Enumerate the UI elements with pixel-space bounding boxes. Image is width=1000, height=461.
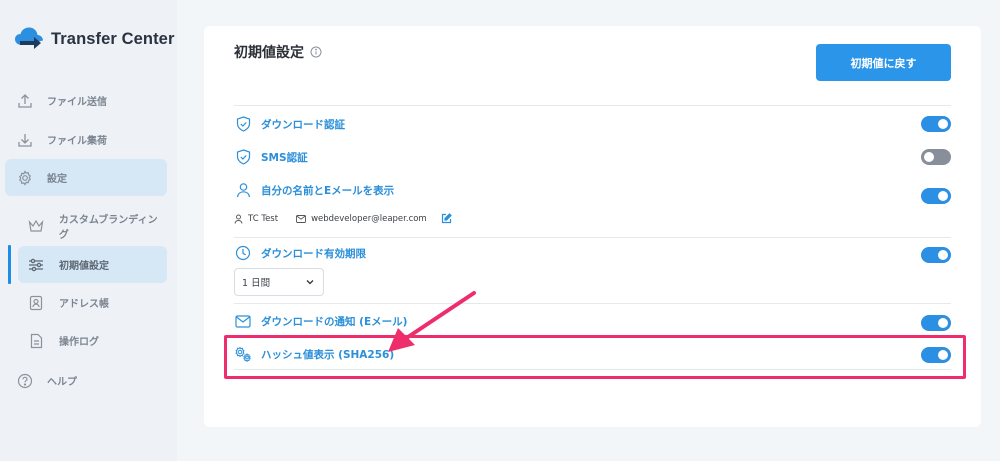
setting-row-download-expiry: ダウンロード有効期限 (234, 243, 951, 263)
sidebar-item-label: ファイル集荷 (47, 136, 107, 147)
setting-label: ダウンロード認証 (261, 118, 345, 131)
page-header: 初期値設定 (234, 42, 322, 62)
download-expiry-toggle[interactable] (921, 247, 951, 263)
setting-row-show-name-email: 自分の名前とEメールを表示 (234, 180, 951, 204)
sidebar-item-file-collect[interactable]: ファイル集荷 (5, 121, 167, 158)
sidebar-item-operation-log[interactable]: 操作ログ (5, 322, 167, 359)
sidebar-item-label: 操作ログ (59, 337, 99, 348)
shield-check-icon (234, 148, 252, 166)
user-info-row: TC Test webdeveloper@leaper.com (234, 213, 452, 224)
expiry-select-value: 1 日間 (242, 278, 271, 289)
setting-label: 自分の名前とEメールを表示 (261, 184, 395, 197)
setting-row-download-auth: ダウンロード認証 (234, 114, 951, 134)
setting-label: SMS認証 (261, 151, 308, 164)
page-title: 初期値設定 (234, 45, 304, 61)
download-auth-toggle[interactable] (921, 116, 951, 132)
sms-auth-toggle[interactable] (921, 149, 951, 165)
sidebar-item-default-settings[interactable]: 初期値設定 (18, 246, 167, 283)
setting-row-sms-auth: SMS認証 (234, 147, 951, 167)
cloud-arrow-logo-icon (15, 27, 43, 49)
download-icon (16, 131, 34, 149)
divider (234, 237, 951, 238)
user-email: webdeveloper@leaper.com (311, 213, 427, 224)
sidebar-item-label: 設定 (47, 174, 67, 185)
sidebar-item-label: ヘルプ (47, 377, 77, 388)
sidebar-item-custom-branding[interactable]: カスタムブランディング (5, 207, 167, 244)
user-icon (234, 214, 243, 224)
document-icon (27, 332, 45, 350)
reset-defaults-button[interactable]: 初期値に戻す (816, 44, 951, 81)
clock-icon (234, 244, 252, 262)
user-icon (234, 181, 252, 199)
sidebar-item-address-book[interactable]: アドレス帳 (5, 284, 167, 321)
shield-check-icon (234, 115, 252, 133)
logo[interactable]: Transfer Center (14, 26, 174, 52)
crown-icon (27, 217, 45, 235)
highlight-box (224, 335, 966, 379)
address-book-icon (27, 294, 45, 312)
mail-icon (296, 214, 307, 223)
download-notify-toggle[interactable] (921, 315, 951, 331)
sidebar-item-label: ファイル送信 (47, 97, 107, 108)
setting-label: ダウンロード有効期限 (261, 247, 366, 260)
divider (234, 105, 951, 106)
user-name: TC Test (248, 213, 279, 224)
sidebar-item-label: 初期値設定 (59, 261, 109, 272)
sidebar-item-label: アドレス帳 (59, 299, 109, 310)
edit-icon[interactable] (441, 213, 452, 224)
help-circle-icon (16, 372, 34, 390)
mail-icon (234, 312, 252, 330)
setting-label: ダウンロードの通知 (Eメール) (261, 315, 408, 328)
sidebar: Transfer Center ファイル送信 ファイル集荷 設定 カスタムブラン… (0, 0, 177, 461)
sidebar-item-settings[interactable]: 設定 (5, 159, 167, 196)
divider (234, 303, 951, 304)
info-icon[interactable] (310, 46, 322, 58)
show-name-email-toggle[interactable] (921, 188, 951, 204)
logo-text: Transfer Center (51, 29, 175, 48)
sidebar-item-help[interactable]: ヘルプ (5, 362, 167, 399)
expiry-select[interactable]: 1 日間 (234, 268, 324, 296)
setting-row-download-notify: ダウンロードの通知 (Eメール) (234, 311, 951, 331)
chevron-down-icon (305, 277, 315, 287)
sliders-icon (27, 256, 45, 274)
gear-icon (16, 169, 34, 187)
sidebar-item-label: カスタムブランディング (58, 214, 158, 241)
sidebar-item-file-send[interactable]: ファイル送信 (5, 82, 167, 119)
active-indicator (8, 245, 11, 284)
upload-icon (16, 92, 34, 110)
